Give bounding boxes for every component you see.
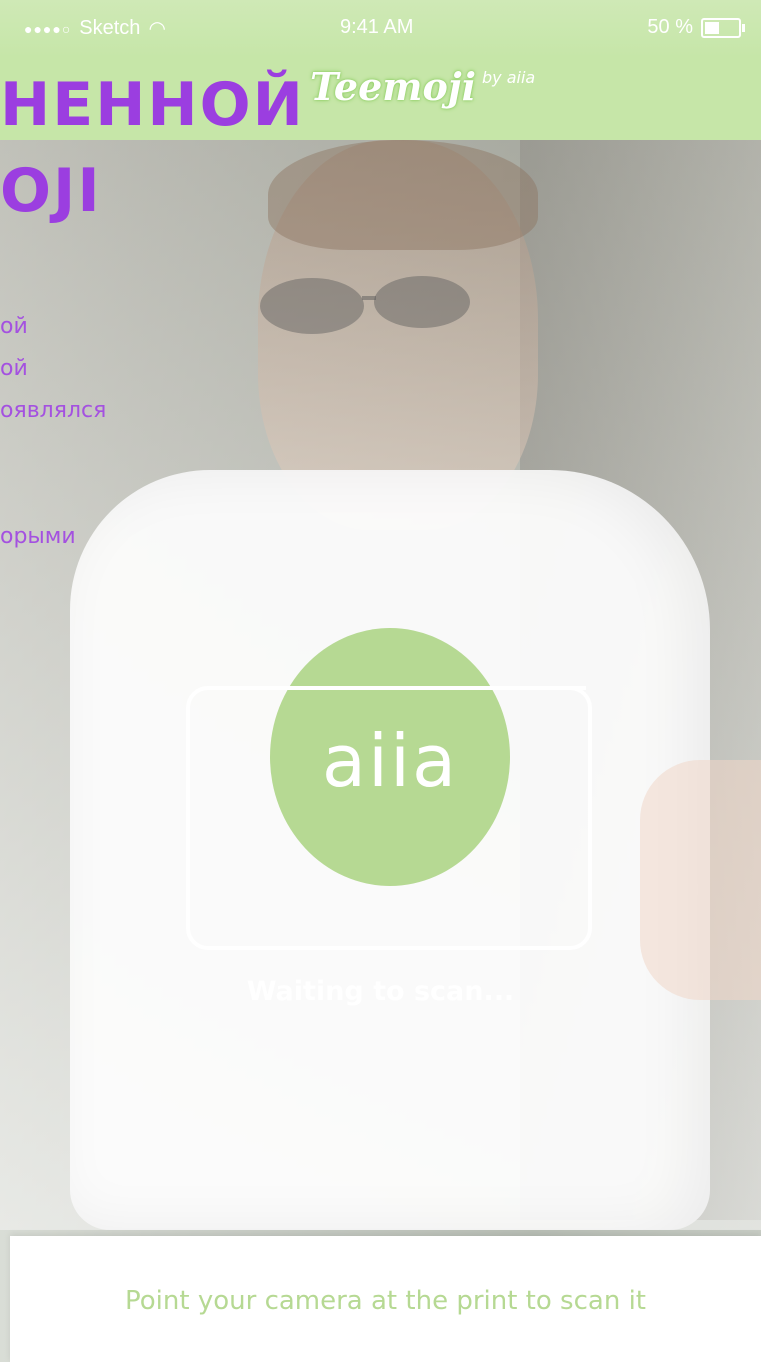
overlay-text: ой ой оявлялся орыми <box>0 306 106 558</box>
person-hair <box>268 140 538 250</box>
status-carrier-group: ●●●●○ Sketch ◠ <box>24 16 166 41</box>
overlay-line: орыми <box>0 524 76 549</box>
battery-icon <box>701 17 745 38</box>
status-battery-text: 50 % <box>647 16 693 38</box>
scan-hint: Point your camera at the print to scan i… <box>125 1286 646 1316</box>
person-arm <box>640 760 761 1000</box>
status-battery-group: 50 % <box>647 16 745 39</box>
overlay-title: НЕННОЙ OJI <box>0 70 305 226</box>
status-bar: ●●●●○ Sketch ◠ 9:41 AM 50 % <box>0 0 761 58</box>
brand-by: by aiia <box>482 68 536 87</box>
app-logo: Teemoji by aiia <box>310 64 535 109</box>
overlay-line-spacer <box>0 474 106 516</box>
overlay-line: ой <box>0 314 28 339</box>
overlay-line: оявлялся <box>0 398 107 423</box>
wifi-icon: ◠ <box>148 18 166 40</box>
bottom-panel: Point your camera at the print to scan i… <box>10 1236 761 1362</box>
scan-frame <box>186 686 592 950</box>
signal-icon: ●●●●○ <box>24 20 72 37</box>
overlay-line: ой <box>0 356 28 381</box>
scan-status: Waiting to scan... <box>246 976 515 1007</box>
brand-name: Teemoji <box>310 64 477 109</box>
status-time: 9:41 AM <box>340 16 414 38</box>
status-carrier: Sketch <box>79 17 141 39</box>
sunglasses <box>260 276 470 334</box>
scan-progress-line <box>386 686 586 690</box>
overlay-line-spacer <box>0 432 106 474</box>
